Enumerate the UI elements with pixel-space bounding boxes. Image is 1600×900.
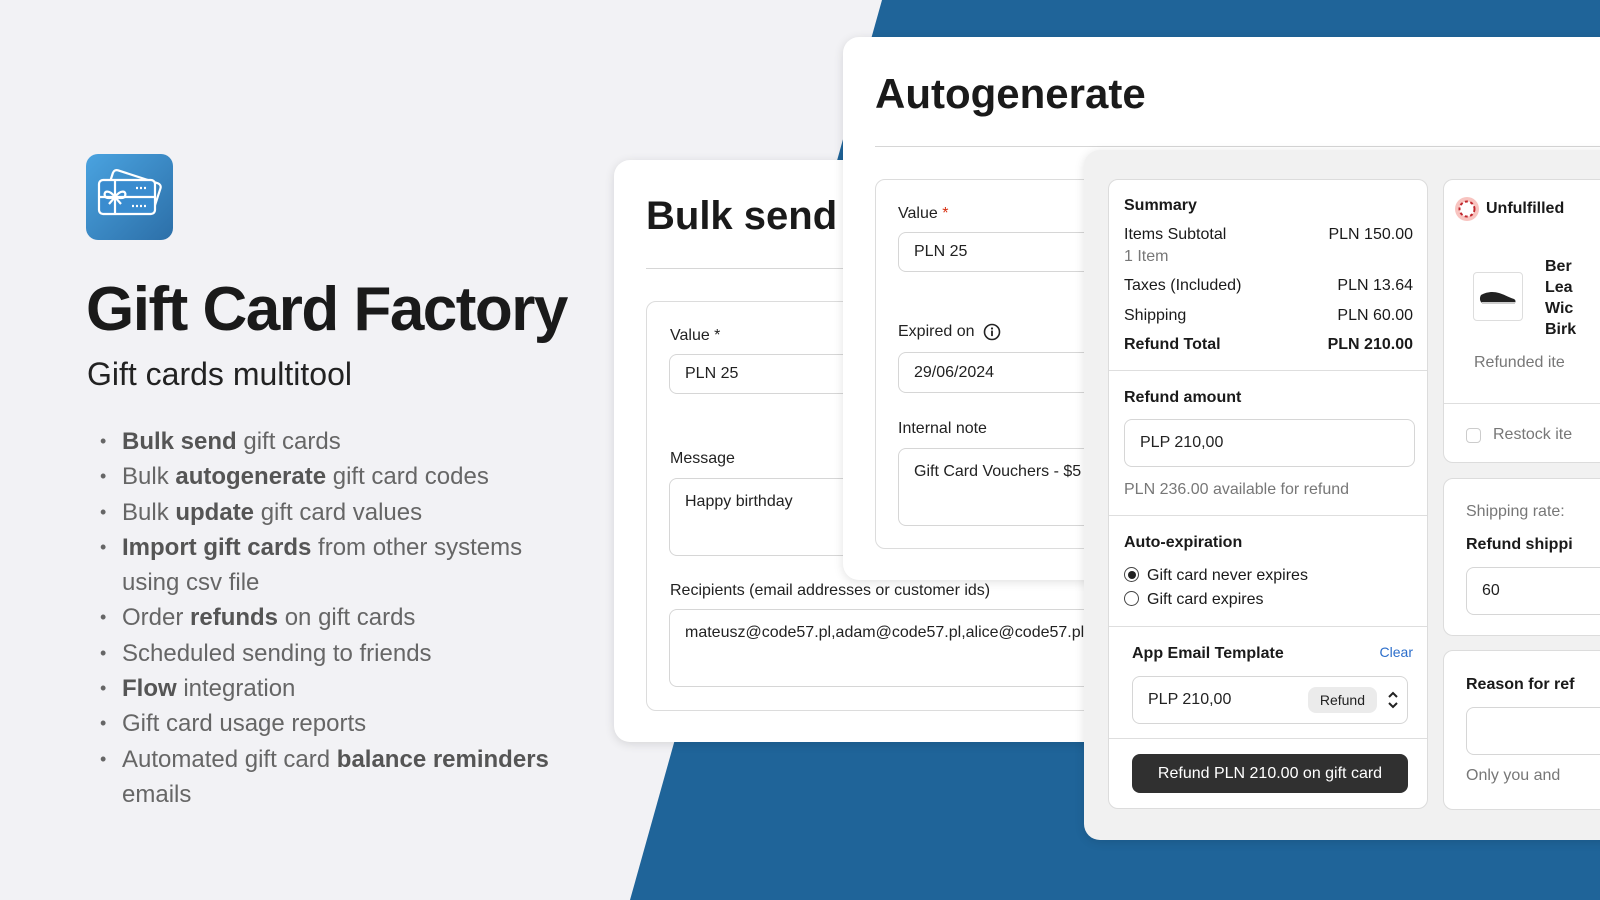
refund-total-label: Refund Total	[1124, 336, 1221, 353]
refund-shipping-label: Refund shippi	[1466, 536, 1573, 553]
shipping-rate-label: Shipping rate:	[1466, 503, 1565, 520]
template-value: PLP 210,00	[1148, 691, 1232, 708]
refund-total: PLN 210.00	[1327, 336, 1413, 353]
feature-text: update	[175, 498, 255, 526]
value-label: Value	[898, 205, 938, 222]
items-subtotal-label: Items Subtotal	[1124, 226, 1227, 243]
available-for-refund: PLN 236.00 available for refund	[1124, 481, 1350, 498]
summary-title: Summary	[1124, 197, 1197, 214]
feature-item: Scheduled sending to friends	[100, 636, 580, 672]
items-count: 1 Item	[1124, 248, 1169, 265]
info-icon[interactable]	[983, 323, 1001, 341]
feature-text: gift card values	[254, 498, 423, 526]
option-label: Gift card expires	[1147, 591, 1264, 608]
feature-text: Flow	[122, 675, 177, 703]
unfulfilled-label: Unfulfilled	[1486, 200, 1565, 217]
feature-text: Automated gift card	[122, 745, 337, 773]
shoe-image	[1479, 291, 1516, 304]
clear-link[interactable]: Clear	[1380, 644, 1413, 660]
radio-icon[interactable]	[1124, 567, 1139, 582]
feature-text: Order	[122, 604, 191, 632]
option-label: Gift card never expires	[1147, 567, 1308, 584]
product-thumbnail	[1473, 272, 1523, 321]
radio-never-expires[interactable]: Gift card never expires	[1124, 567, 1308, 585]
feature-text: gift card codes	[326, 463, 489, 491]
feature-item: Automated gift card balance reminders em…	[100, 742, 580, 813]
shipping-label: Shipping	[1124, 307, 1187, 324]
recipients-textarea[interactable]: mateusz@code57.pl,adam@code57.pl,alice@c…	[669, 609, 1134, 687]
product-title: Ber Lea Wic Birk	[1545, 258, 1577, 338]
feature-item: Order refunds on gift cards	[100, 600, 580, 636]
select-arrows-icon	[1388, 691, 1398, 709]
autogenerate-title: Autogenerate	[875, 70, 1146, 117]
feature-item: Bulk autogenerate gift card codes	[100, 459, 580, 495]
restock-checkbox[interactable]	[1466, 427, 1481, 443]
divider	[875, 146, 1600, 147]
feature-item: Flow integration	[100, 671, 580, 707]
refund-amount-label: Refund amount	[1124, 389, 1242, 406]
refunded-items-label: Refunded ite	[1474, 354, 1565, 371]
radio-icon[interactable]	[1124, 591, 1139, 606]
feature-text: on gift cards	[278, 604, 416, 632]
template-badge: Refund	[1307, 687, 1377, 713]
bulk-send-title: Bulk send	[646, 194, 838, 238]
unfulfilled-status-icon	[1455, 197, 1479, 221]
feature-text: Scheduled sending to friends	[122, 639, 432, 667]
email-template-select[interactable]: PLP 210,00 Refund	[1132, 676, 1408, 724]
feature-text: refunds	[190, 604, 279, 632]
expired-label: Expired on	[898, 323, 975, 340]
feature-text: integration	[176, 675, 296, 703]
feature-item: Gift card usage reports	[100, 706, 580, 742]
refund-summary-card: Summary Items Subtotal PLN 150.00 1 Item …	[1108, 179, 1428, 809]
app-logo	[86, 154, 173, 240]
message-label: Message	[670, 450, 735, 467]
reason-label: Reason for ref	[1466, 676, 1575, 693]
internal-note-label: Internal note	[898, 420, 987, 437]
feature-text: Gift card usage reports	[122, 710, 367, 738]
taxes-label: Taxes (Included)	[1124, 277, 1242, 294]
recipients-label: Recipients (email addresses or customer …	[670, 582, 991, 599]
reason-card: Reason for ref Only you and	[1443, 650, 1600, 810]
app-title: Gift Card Factory	[86, 275, 568, 344]
feature-text: Bulk send	[122, 428, 237, 455]
feature-item: Bulk send gift cards	[100, 424, 580, 460]
reason-input[interactable]	[1466, 707, 1600, 755]
refund-amount-input[interactable]: PLP 210,00	[1124, 419, 1415, 467]
feature-text: emails	[122, 780, 192, 808]
refund-panel: Summary Items Subtotal PLN 150.00 1 Item …	[1084, 150, 1600, 840]
refund-submit-button[interactable]: Refund PLN 210.00 on gift card	[1132, 754, 1408, 793]
email-template-label: App Email Template	[1132, 645, 1284, 662]
feature-list: Bulk send gift cardsBulk autogenerate gi…	[100, 424, 580, 812]
shipping-value: PLN 60.00	[1337, 307, 1413, 324]
radio-expires[interactable]: Gift card expires	[1124, 591, 1263, 609]
feature-text: balance reminders	[336, 745, 549, 773]
taxes-value: PLN 13.64	[1337, 277, 1413, 294]
feature-text: Bulk	[122, 463, 176, 491]
feature-text: Bulk	[122, 498, 176, 526]
reason-help-text: Only you and	[1466, 767, 1561, 784]
shipping-card: Shipping rate: Refund shippi 60	[1443, 478, 1600, 636]
unfulfilled-card: Unfulfilled Ber Lea Wic Birk Refunded ite R…	[1443, 179, 1600, 463]
gift-card-icon	[97, 168, 162, 216]
value-label: Value *	[670, 327, 721, 344]
feature-text: autogenerate	[175, 463, 327, 491]
app-tagline: Gift cards multitool	[87, 356, 352, 392]
restock-label: Restock ite	[1493, 426, 1573, 443]
refund-shipping-input[interactable]: 60	[1466, 567, 1600, 615]
items-subtotal: PLN 150.00	[1328, 226, 1413, 243]
feature-text: Import gift cards	[122, 533, 312, 561]
feature-item: Import gift cards from other systems usi…	[100, 530, 580, 601]
feature-item: Bulk update gift card values	[100, 495, 580, 531]
feature-text: gift cards	[236, 428, 341, 455]
required-mark: *	[942, 205, 949, 222]
auto-expiration-label: Auto-expiration	[1124, 534, 1243, 551]
